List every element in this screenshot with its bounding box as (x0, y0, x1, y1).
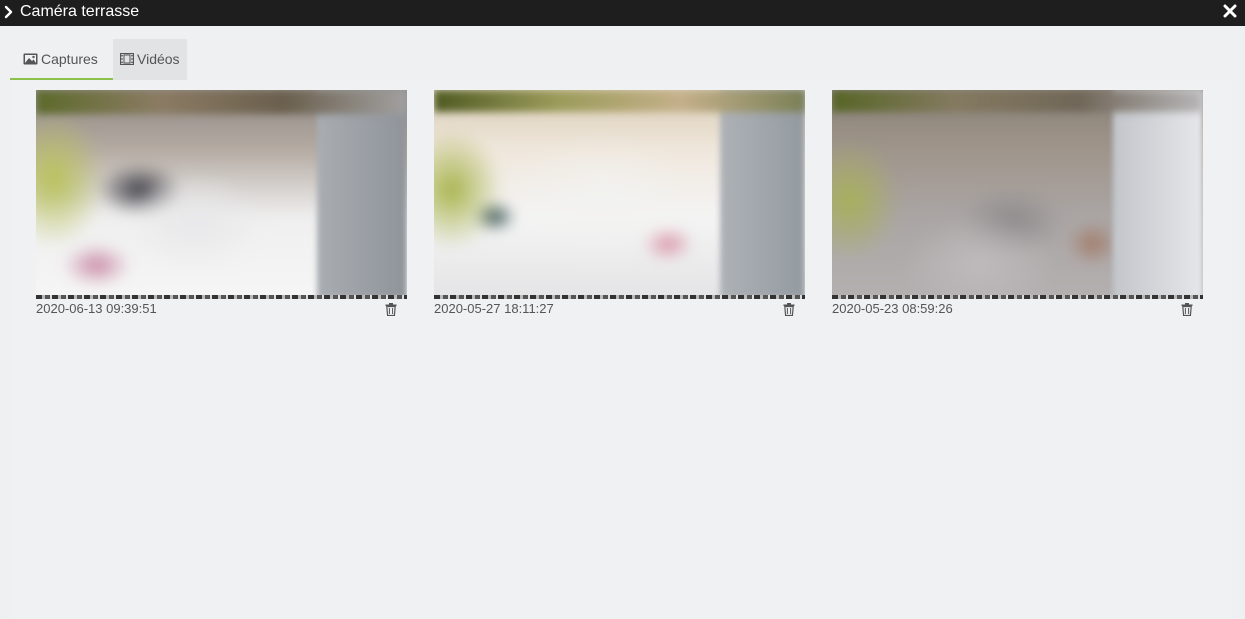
chevron-right-icon[interactable] (3, 4, 15, 20)
capture-thumbnail[interactable] (832, 90, 1203, 299)
trash-icon[interactable] (385, 303, 397, 316)
capture-timestamp: 2020-05-23 08:59:26 (832, 301, 953, 316)
film-icon (120, 53, 134, 65)
window-titlebar: Caméra terrasse (0, 0, 1245, 26)
capture-timestamp: 2020-05-27 18:11:27 (434, 301, 554, 316)
window-title: Caméra terrasse (20, 3, 140, 20)
capture-timestamp: 2020-06-13 09:39:51 (36, 301, 157, 316)
trash-icon[interactable] (1181, 303, 1193, 316)
tab-videos-label: Vidéos (137, 51, 180, 67)
capture-thumbnail[interactable] (434, 90, 805, 299)
image-icon (23, 53, 38, 65)
close-icon[interactable] (1223, 4, 1237, 18)
trash-icon[interactable] (783, 303, 795, 316)
tab-videos[interactable]: Vidéos (113, 39, 187, 80)
tab-captures[interactable]: Captures (10, 39, 113, 80)
tab-captures-label: Captures (41, 51, 98, 67)
capture-thumbnail[interactable] (36, 90, 407, 299)
